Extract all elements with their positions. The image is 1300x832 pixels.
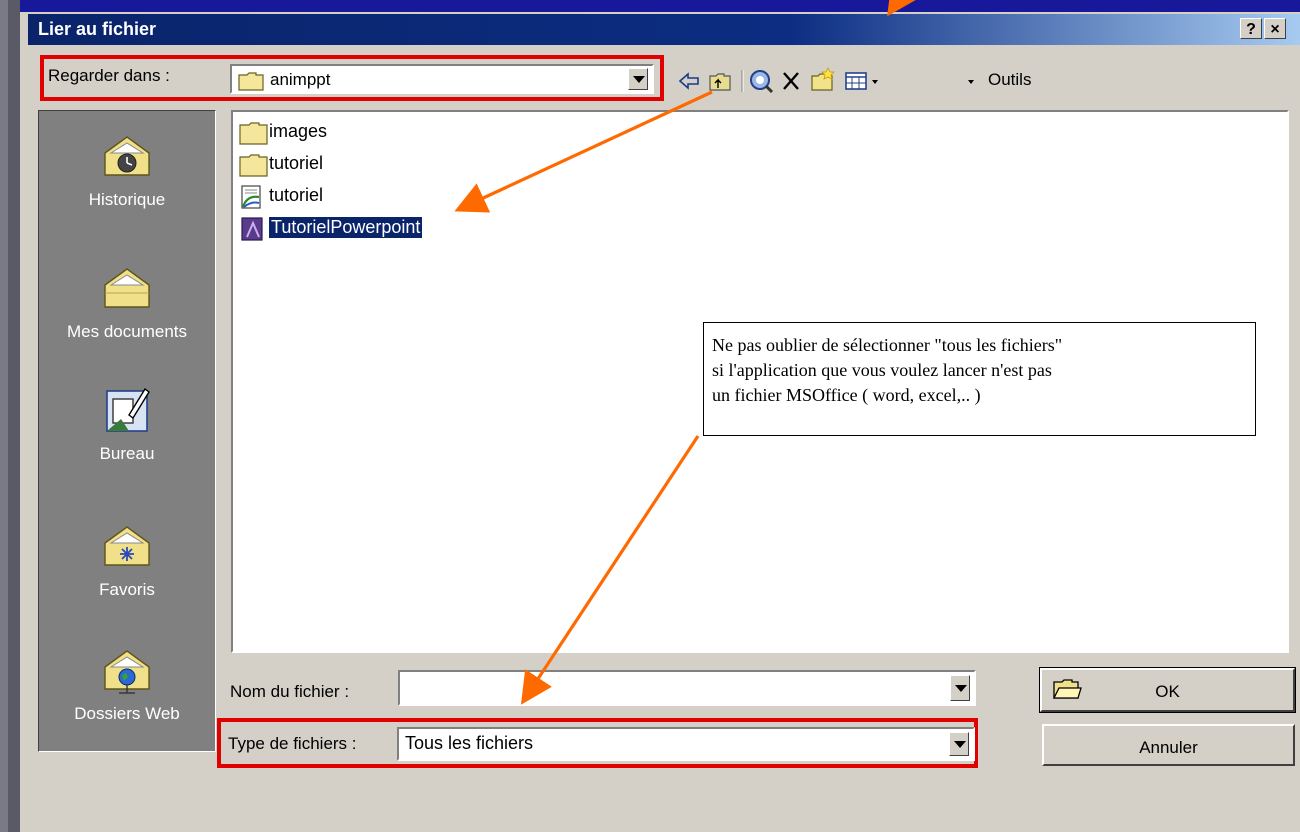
tools-menu[interactable]: Outils (988, 70, 1031, 90)
history-folder-icon (104, 136, 150, 176)
filetype-label: Type de fichiers : (228, 734, 357, 753)
place-label: Bureau (99, 444, 155, 463)
lookin-combobox[interactable]: animppt (230, 64, 654, 94)
place-label: Favoris (99, 580, 155, 599)
favorites-folder-icon (104, 526, 150, 566)
filename-dropdown-button[interactable] (950, 675, 970, 701)
annotation-callout: Ne pas oublier de sélectionner "tous les… (703, 322, 1256, 436)
lookin-dropdown-button[interactable] (628, 68, 648, 90)
lookin-label: Regarder dans : (48, 66, 170, 85)
window-title: Lier au fichier (38, 19, 157, 39)
background-window-titlebar (20, 0, 1300, 12)
new-folder-icon[interactable] (811, 67, 835, 91)
annotation-text: Ne pas oublier de sélectionner "tous les… (712, 333, 1247, 408)
folder-icon (239, 154, 268, 177)
annotation-line: un fichier MSOffice ( word, excel,.. ) (712, 385, 981, 405)
place-mes-documents[interactable]: Mes documents (39, 263, 215, 342)
close-button[interactable]: × (1264, 18, 1286, 39)
place-label: Mes documents (67, 322, 187, 341)
file-name: images (269, 121, 328, 141)
file-name: TutorielPowerpoint (267, 216, 424, 239)
place-historique[interactable]: Historique (39, 131, 215, 210)
powerpoint-document-icon (241, 217, 263, 241)
title-bar: Lier au fichier ? × (28, 14, 1300, 45)
tools-dropdown-arrow-icon[interactable] (968, 80, 974, 84)
file-name: tutoriel (269, 185, 324, 205)
search-web-icon[interactable] (750, 70, 774, 94)
ok-label: OK (1155, 682, 1180, 701)
help-button[interactable]: ? (1240, 18, 1262, 39)
place-favoris[interactable]: Favoris (39, 521, 215, 600)
desktop-icon (106, 387, 150, 432)
annotation-line: Ne pas oublier de sélectionner "tous les… (712, 335, 1063, 355)
background-window-edge (0, 0, 20, 832)
folder-icon (238, 72, 264, 91)
views-icon[interactable] (845, 72, 878, 90)
filetype-combobox[interactable]: Tous les fichiers (397, 727, 975, 761)
place-label: Dossiers Web (74, 704, 180, 723)
filename-field[interactable] (398, 670, 976, 706)
delete-icon[interactable] (783, 72, 799, 90)
my-documents-folder-icon (104, 268, 150, 308)
back-icon[interactable] (678, 72, 699, 90)
filetype-dropdown-button[interactable] (949, 732, 969, 756)
web-folders-icon (104, 650, 150, 694)
link-to-file-dialog: Lier au fichier ? × Regarder dans : anim… (0, 0, 1300, 832)
place-label: Historique (88, 190, 166, 209)
filename-label: Nom du fichier : (230, 682, 350, 701)
cancel-button[interactable]: Annuler (1042, 724, 1295, 766)
folder-icon (239, 122, 268, 145)
places-bar: Historique Mes documents Bureau Favoris … (38, 110, 216, 752)
place-bureau[interactable]: Bureau (39, 385, 215, 464)
place-dossiers-web[interactable]: Dossiers Web (39, 645, 215, 724)
up-folder-icon[interactable] (709, 73, 731, 91)
cancel-label: Annuler (1139, 738, 1198, 757)
annotation-line: si l'application que vous voulez lancer … (712, 360, 1052, 380)
ok-button[interactable]: OK (1039, 667, 1296, 713)
lookin-value: animppt (270, 70, 331, 89)
html-document-icon (241, 185, 261, 209)
file-name: tutoriel (269, 153, 324, 173)
filetype-value: Tous les fichiers (405, 733, 534, 753)
toolbar (678, 67, 974, 94)
